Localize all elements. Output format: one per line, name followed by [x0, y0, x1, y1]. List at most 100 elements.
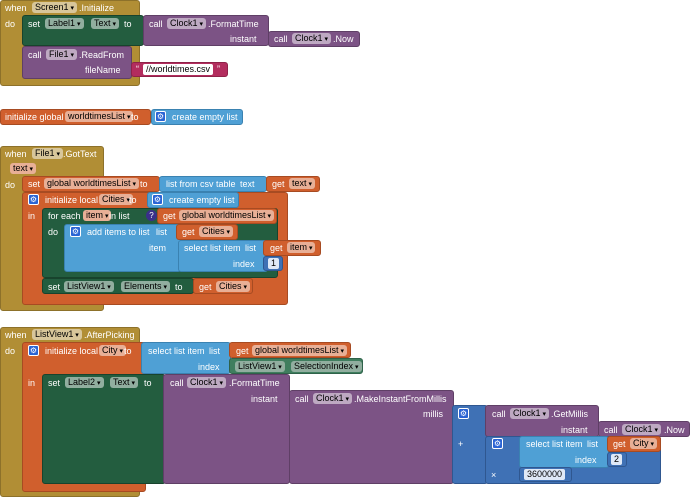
- text-property-dropdown[interactable]: Text: [110, 377, 138, 388]
- getmillis-method: .GetMillis: [551, 409, 589, 419]
- do-label: do: [5, 19, 16, 29]
- filename-label: fileName: [85, 65, 121, 75]
- makeinstantfrommillis-method: .MakeInstantFromMillis: [354, 394, 447, 404]
- clock1-dropdown[interactable]: Clock1: [292, 33, 331, 44]
- set-label: set: [28, 179, 41, 189]
- call-label: call: [149, 19, 163, 29]
- clock1-dropdown[interactable]: Clock1: [313, 393, 352, 404]
- cities-var-dropdown[interactable]: Cities: [199, 226, 233, 237]
- create-empty-list-label: create empty list: [172, 112, 238, 122]
- initialize-local-label: initialize local: [45, 195, 99, 205]
- formattime-method: .FormatTime: [229, 378, 280, 388]
- instant-label: instant: [251, 394, 278, 404]
- gear-icon[interactable]: ⚙: [492, 438, 503, 449]
- clock1-dropdown[interactable]: Clock1: [187, 377, 226, 388]
- now-method: .Now: [333, 34, 354, 44]
- gear-icon[interactable]: ⚙: [28, 194, 39, 205]
- in-label: in: [28, 378, 36, 388]
- gear-icon[interactable]: ⚙: [28, 345, 39, 356]
- to-label: to: [144, 378, 152, 388]
- create-empty-list-label: create empty list: [169, 195, 235, 205]
- get-label: get: [182, 227, 195, 237]
- index-arg-label: index: [575, 455, 597, 465]
- clock1-dropdown[interactable]: Clock1: [622, 424, 661, 435]
- call-clock1-formattime-block[interactable]: [163, 374, 290, 484]
- plus-operator: +: [458, 439, 464, 449]
- get-label: get: [613, 439, 626, 449]
- call-label: call: [295, 394, 309, 404]
- cities-var-dropdown[interactable]: Cities: [216, 281, 250, 292]
- local-name-field[interactable]: City: [99, 345, 126, 356]
- gear-icon[interactable]: ⚙: [70, 226, 81, 237]
- index-arg-label: index: [198, 362, 220, 372]
- to-label: to: [140, 179, 148, 189]
- file1-dropdown[interactable]: File1: [46, 49, 77, 60]
- event-name: .Initialize: [79, 3, 115, 13]
- item-arg-label: item: [149, 243, 167, 253]
- filename-string[interactable]: //worldtimes.csv: [143, 64, 214, 75]
- add-items-label: add items to list: [87, 227, 150, 237]
- select-list-item-label: select list item: [184, 243, 241, 253]
- to-label: to: [124, 19, 132, 29]
- label2-dropdown[interactable]: Label2: [65, 377, 104, 388]
- clock1-dropdown[interactable]: Clock1: [167, 18, 206, 29]
- multiply-operator: ×: [491, 470, 497, 480]
- factor-value[interactable]: 3600000: [524, 469, 566, 480]
- text-var-dropdown[interactable]: text: [289, 178, 315, 189]
- initialize-local-label: initialize local: [45, 346, 99, 356]
- text-param[interactable]: text: [10, 163, 36, 174]
- call-label: call: [604, 425, 618, 435]
- file-dropdown[interactable]: File1: [32, 148, 63, 159]
- local-name-field[interactable]: Cities: [99, 194, 133, 205]
- now-method: .Now: [664, 425, 685, 435]
- global-var-dropdown[interactable]: global worldtimesList: [44, 178, 140, 189]
- instant-label: instant: [561, 425, 588, 435]
- clock1-dropdown[interactable]: Clock1: [510, 408, 549, 419]
- listview1-dropdown[interactable]: ListView1: [235, 361, 285, 372]
- item-var-field[interactable]: item: [83, 210, 112, 221]
- call-label: call: [170, 378, 184, 388]
- to-label: to: [129, 195, 137, 205]
- listview-dropdown[interactable]: ListView1: [32, 329, 82, 340]
- index-value[interactable]: 2: [611, 454, 623, 465]
- index-value[interactable]: 1: [268, 258, 280, 269]
- gear-icon[interactable]: ⚙: [458, 408, 469, 419]
- global-var-dropdown[interactable]: global worldtimesList: [179, 210, 275, 221]
- set-label2-text-block[interactable]: [42, 374, 166, 484]
- item-var-dropdown[interactable]: item: [287, 242, 316, 253]
- to-label: to: [175, 282, 183, 292]
- list-from-csv-label: list from csv table: [166, 179, 236, 189]
- gear-icon[interactable]: ⚙: [152, 194, 163, 205]
- event-name: .AfterPicking: [84, 330, 135, 340]
- selectionindex-property-dropdown[interactable]: SelectionIndex: [291, 361, 362, 372]
- to-label: to: [131, 112, 139, 122]
- select-list-item-label: select list item: [526, 439, 583, 449]
- global-name-field[interactable]: worldtimesList: [65, 111, 134, 122]
- global-var-dropdown[interactable]: global worldtimesList: [252, 345, 348, 356]
- do-label: do: [5, 346, 16, 356]
- formattime-method: .FormatTime: [208, 19, 259, 29]
- index-arg-label: index: [233, 259, 255, 269]
- call-label: call: [492, 409, 506, 419]
- get-label: get: [270, 243, 283, 253]
- for-each-label: for each: [48, 211, 81, 221]
- readfrom-method: .ReadFrom: [79, 50, 125, 60]
- list-arg-label: list: [156, 227, 167, 237]
- get-label: get: [272, 179, 285, 189]
- get-label: get: [199, 282, 212, 292]
- elements-property-dropdown[interactable]: Elements: [121, 281, 170, 292]
- screen-dropdown[interactable]: Screen1: [32, 2, 77, 13]
- select-list-item-label: select list item: [148, 346, 205, 356]
- label1-dropdown[interactable]: Label1: [45, 18, 84, 29]
- set-label: set: [48, 282, 61, 292]
- list-arg-label: list: [209, 346, 220, 356]
- gear-icon[interactable]: ⚙: [155, 111, 166, 122]
- open-quote: “: [136, 64, 139, 74]
- text-property-dropdown[interactable]: Text: [91, 18, 119, 29]
- do-label: do: [48, 227, 59, 237]
- list-arg-label: list: [587, 439, 598, 449]
- call-label: call: [274, 34, 288, 44]
- city-var-dropdown[interactable]: City: [630, 438, 657, 449]
- listview1-dropdown[interactable]: ListView1: [64, 281, 114, 292]
- help-icon[interactable]: ?: [146, 210, 157, 221]
